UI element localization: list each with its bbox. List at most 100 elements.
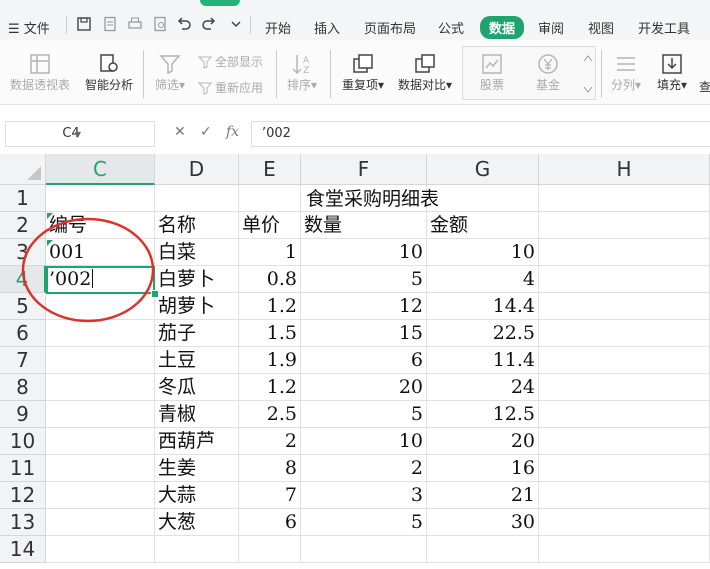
fill-button[interactable]: 填充▾ — [654, 52, 690, 93]
item-price[interactable]: 0.8 — [239, 266, 301, 293]
item-quantity[interactable]: 5 — [301, 266, 427, 293]
cell-h7[interactable] — [539, 347, 710, 374]
item-quantity[interactable]: 6 — [301, 347, 427, 374]
row-header-6[interactable]: 6 — [0, 320, 46, 347]
cell-h10[interactable] — [539, 428, 710, 455]
tab-developer[interactable]: 开发工具 — [638, 18, 690, 37]
row-header-5[interactable]: 5 — [0, 293, 46, 320]
column-header-f[interactable]: F — [301, 154, 427, 185]
row-header-1[interactable]: 1 — [0, 185, 46, 212]
cell-h6[interactable] — [539, 320, 710, 347]
scroll-up-icon[interactable] — [583, 54, 593, 62]
cell-c6[interactable] — [46, 320, 155, 347]
item-quantity[interactable]: 15 — [301, 320, 427, 347]
item-name[interactable]: 白菜 — [155, 239, 239, 266]
cell-c11[interactable] — [46, 455, 155, 482]
cancel-icon[interactable]: ✕ — [174, 124, 186, 140]
scroll-down-icon[interactable] — [583, 86, 593, 94]
cell-g1[interactable] — [427, 185, 539, 212]
item-name[interactable]: 西葫芦 — [155, 428, 239, 455]
tab-page-layout[interactable]: 页面布局 — [364, 18, 416, 37]
tab-review[interactable]: 审阅 — [538, 18, 564, 37]
cell-d14[interactable] — [155, 536, 239, 563]
item-amount[interactable]: 30 — [427, 509, 539, 536]
reapply-button[interactable]: 重新应用 — [197, 79, 263, 96]
cell-h14[interactable] — [539, 536, 710, 563]
cell-h8[interactable] — [539, 374, 710, 401]
smart-analysis-button[interactable]: 智能分析 — [84, 52, 134, 93]
id-cell-editing[interactable]: ’002 — [46, 266, 155, 293]
print-preview-icon[interactable] — [152, 16, 168, 32]
tab-home[interactable]: 开始 — [265, 18, 291, 37]
undo-icon[interactable] — [176, 16, 192, 32]
row-header-10[interactable]: 10 — [0, 428, 46, 455]
column-header-h[interactable]: H — [539, 154, 710, 185]
tab-view[interactable]: 视图 — [588, 18, 614, 37]
row-header-2[interactable]: 2 — [0, 212, 46, 239]
column-header-g[interactable]: G — [427, 154, 539, 185]
sort-button[interactable]: AZ 排序▾ — [284, 52, 320, 93]
item-quantity[interactable]: 12 — [301, 293, 427, 320]
item-price[interactable]: 1.5 — [239, 320, 301, 347]
item-name[interactable]: 茄子 — [155, 320, 239, 347]
cell-c13[interactable] — [46, 509, 155, 536]
item-quantity[interactable]: 20 — [301, 374, 427, 401]
item-name[interactable]: 大蒜 — [155, 482, 239, 509]
header-quantity[interactable]: 数量 — [301, 212, 427, 239]
item-amount[interactable]: 22.5 — [427, 320, 539, 347]
cell-g14[interactable] — [427, 536, 539, 563]
export-pdf-icon[interactable] — [102, 16, 118, 32]
cell-e14[interactable] — [239, 536, 301, 563]
compare-data-button[interactable]: 数据对比▾ — [396, 52, 454, 93]
fill-handle[interactable] — [151, 290, 159, 298]
row-header-14[interactable]: 14 — [0, 536, 46, 563]
filter-button[interactable]: 筛选▾ — [152, 52, 188, 93]
row-header-11[interactable]: 11 — [0, 455, 46, 482]
chevron-down-icon[interactable]: ▼ — [6, 130, 150, 139]
column-header-d[interactable]: D — [155, 154, 239, 185]
cell-h11[interactable] — [539, 455, 710, 482]
cell-d1[interactable] — [155, 185, 239, 212]
item-amount[interactable]: 24 — [427, 374, 539, 401]
item-name[interactable]: 白萝卜 — [155, 266, 239, 293]
duplicates-button[interactable]: 重复项▾ — [338, 52, 388, 93]
item-quantity[interactable]: 5 — [301, 401, 427, 428]
split-column-button[interactable]: 分列▾ — [608, 52, 644, 93]
row-header-13[interactable]: 13 — [0, 509, 46, 536]
cell-f14[interactable] — [301, 536, 427, 563]
item-amount[interactable]: 20 — [427, 428, 539, 455]
pivot-table-button[interactable]: 数据透视表 — [8, 52, 72, 93]
item-price[interactable]: 1.9 — [239, 347, 301, 374]
formula-input[interactable]: ’002 — [251, 121, 710, 147]
row-header-8[interactable]: 8 — [0, 374, 46, 401]
confirm-icon[interactable]: ✓ — [200, 124, 212, 140]
item-amount[interactable]: 21 — [427, 482, 539, 509]
item-name[interactable]: 青椒 — [155, 401, 239, 428]
item-quantity[interactable]: 2 — [301, 455, 427, 482]
item-quantity[interactable]: 5 — [301, 509, 427, 536]
cell-c14[interactable] — [46, 536, 155, 563]
item-amount[interactable]: 14.4 — [427, 293, 539, 320]
item-price[interactable]: 2 — [239, 428, 301, 455]
cell-h3[interactable] — [539, 239, 710, 266]
cell-c5[interactable] — [46, 293, 155, 320]
column-header-c[interactable]: C — [46, 154, 155, 185]
item-price[interactable]: 1.2 — [239, 293, 301, 320]
overflow-button[interactable]: 查 — [698, 78, 710, 95]
row-header-12[interactable]: 12 — [0, 482, 46, 509]
cell-e1[interactable] — [239, 185, 301, 212]
item-name[interactable]: 冬瓜 — [155, 374, 239, 401]
item-quantity[interactable]: 10 — [301, 239, 427, 266]
item-amount[interactable]: 11.4 — [427, 347, 539, 374]
cell-h2[interactable] — [539, 212, 710, 239]
item-price[interactable]: 1 — [239, 239, 301, 266]
header-price[interactable]: 单价 — [239, 212, 301, 239]
name-box[interactable]: C4 ▼ — [5, 121, 155, 147]
item-quantity[interactable]: 10 — [301, 428, 427, 455]
item-amount[interactable]: 16 — [427, 455, 539, 482]
item-price[interactable]: 8 — [239, 455, 301, 482]
item-amount[interactable]: 10 — [427, 239, 539, 266]
row-header-9[interactable]: 9 — [0, 401, 46, 428]
redo-icon[interactable] — [201, 16, 217, 32]
item-price[interactable]: 1.2 — [239, 374, 301, 401]
